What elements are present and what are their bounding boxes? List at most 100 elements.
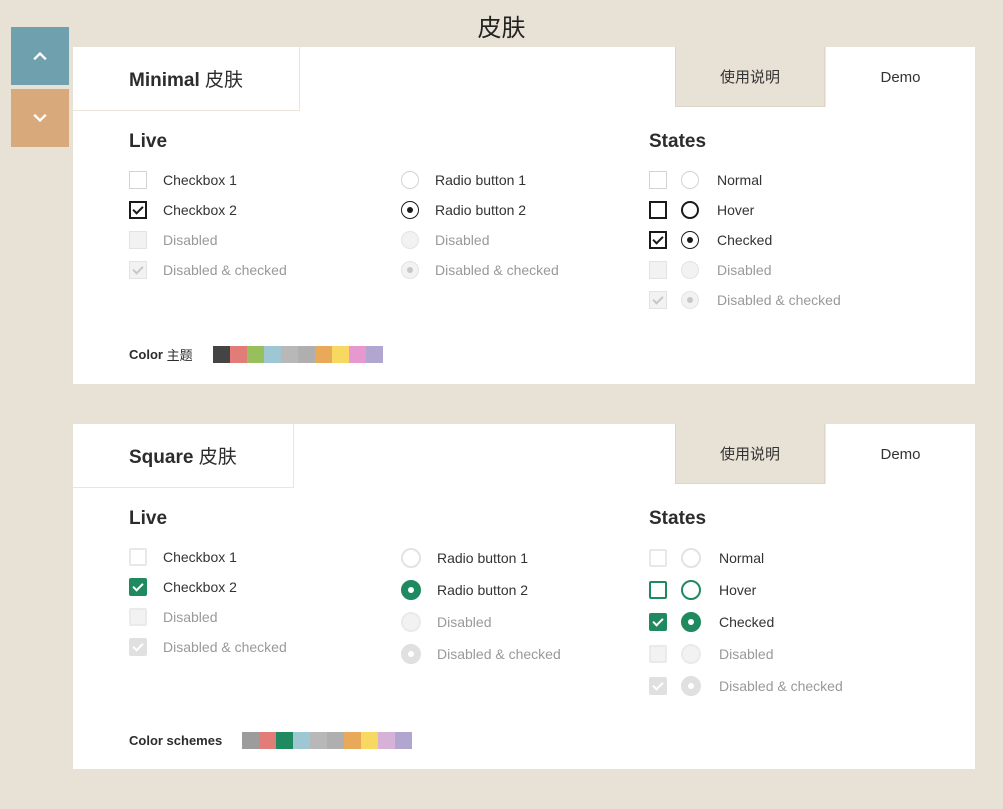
- color-swatch[interactable]: [293, 732, 310, 749]
- radio[interactable]: [401, 580, 421, 600]
- state-radio: [681, 171, 699, 189]
- panel-square: Square 皮肤 使用说明 Demo Live Checkbox 1 Chec…: [73, 424, 975, 769]
- state-checkbox: [649, 261, 667, 279]
- state-checkbox: [649, 549, 667, 567]
- scroll-down-button[interactable]: [11, 89, 69, 147]
- color-swatch[interactable]: [315, 346, 332, 363]
- state-label: Hover: [717, 202, 754, 218]
- checkbox-label[interactable]: Checkbox 2: [163, 202, 237, 218]
- tab-usage[interactable]: 使用说明: [675, 424, 825, 484]
- checkbox: [129, 261, 147, 279]
- state-label: Checked: [719, 614, 774, 630]
- checkbox: [129, 608, 147, 626]
- section-live: Live: [129, 508, 649, 530]
- section-live: Live: [129, 131, 649, 153]
- color-swatch[interactable]: [247, 346, 264, 363]
- color-swatch[interactable]: [242, 732, 259, 749]
- tab-demo[interactable]: Demo: [825, 47, 975, 107]
- right-tabs: 使用说明 Demo: [675, 424, 975, 484]
- state-label: Normal: [717, 172, 762, 188]
- state-radio: [681, 231, 699, 249]
- skin-name-thin: 皮肤: [205, 70, 243, 91]
- color-label-bold: Color schemes: [129, 733, 222, 748]
- color-swatch[interactable]: [230, 346, 247, 363]
- color-swatch[interactable]: [310, 732, 327, 749]
- tab-demo[interactable]: Demo: [825, 424, 975, 484]
- state-label: Disabled: [719, 646, 773, 662]
- panel-tabs: Square 皮肤 使用说明 Demo: [73, 424, 975, 484]
- checkbox[interactable]: [129, 171, 147, 189]
- color-label-bold: Color: [129, 347, 163, 362]
- checkbox-label[interactable]: Checkbox 2: [163, 579, 237, 595]
- state-label: Disabled & checked: [717, 292, 841, 308]
- color-swatch[interactable]: [344, 732, 361, 749]
- state-label: Disabled: [717, 262, 771, 278]
- swatches-square: [242, 732, 412, 749]
- color-swatch[interactable]: [281, 346, 298, 363]
- state-label: Checked: [717, 232, 772, 248]
- skin-title-minimal: Minimal 皮肤: [73, 47, 300, 111]
- color-swatch[interactable]: [349, 346, 366, 363]
- minimal-checkbox-list: Checkbox 1 Checkbox 2 Disabled Disabled …: [129, 171, 377, 291]
- color-row-minimal: Color 主题: [73, 345, 975, 364]
- state-checkbox: [649, 677, 667, 695]
- radio-label[interactable]: Radio button 1: [435, 172, 526, 188]
- chevron-up-icon: [30, 46, 50, 66]
- checkbox-label[interactable]: Checkbox 1: [163, 172, 237, 188]
- checkbox-label: Disabled: [163, 232, 217, 248]
- radio-label[interactable]: Radio button 1: [437, 550, 528, 566]
- radio-label: Disabled: [437, 614, 491, 630]
- color-swatch[interactable]: [264, 346, 281, 363]
- checkbox[interactable]: [129, 578, 147, 596]
- radio: [401, 612, 421, 632]
- state-radio: [681, 548, 701, 568]
- color-swatch[interactable]: [361, 732, 378, 749]
- state-radio: [681, 580, 701, 600]
- checkbox[interactable]: [129, 201, 147, 219]
- radio: [401, 261, 419, 279]
- color-swatch[interactable]: [213, 346, 230, 363]
- skin-name-thin: 皮肤: [199, 447, 237, 468]
- color-swatch[interactable]: [378, 732, 395, 749]
- radio-label: Disabled & checked: [437, 646, 561, 662]
- radio[interactable]: [401, 171, 419, 189]
- state-checkbox: [649, 613, 667, 631]
- radio-label: Disabled & checked: [435, 262, 559, 278]
- state-radio: [681, 644, 701, 664]
- state-checkbox: [649, 201, 667, 219]
- radio-label[interactable]: Radio button 2: [435, 202, 526, 218]
- panel-tabs: Minimal 皮肤 使用说明 Demo: [73, 47, 975, 107]
- skin-name-bold: Minimal: [129, 70, 200, 91]
- checkbox: [129, 231, 147, 249]
- checkbox-label: Disabled: [163, 609, 217, 625]
- radio[interactable]: [401, 548, 421, 568]
- state-radio: [681, 676, 701, 696]
- state-checkbox: [649, 581, 667, 599]
- checkbox: [129, 638, 147, 656]
- checkbox-label: Disabled & checked: [163, 639, 287, 655]
- page-title: 皮肤: [0, 0, 1003, 47]
- color-swatch[interactable]: [395, 732, 412, 749]
- section-states: States: [649, 131, 919, 153]
- square-radio-list: Radio button 1 Radio button 2 Disabled D…: [401, 548, 649, 676]
- color-swatch[interactable]: [332, 346, 349, 363]
- panel-minimal: Minimal 皮肤 使用说明 Demo Live Checkbox 1 Che…: [73, 47, 975, 384]
- color-swatch[interactable]: [276, 732, 293, 749]
- color-swatch[interactable]: [259, 732, 276, 749]
- color-swatch[interactable]: [327, 732, 344, 749]
- checkbox-label[interactable]: Checkbox 1: [163, 549, 237, 565]
- color-swatch[interactable]: [366, 346, 383, 363]
- checkbox[interactable]: [129, 548, 147, 566]
- checkbox-label: Disabled & checked: [163, 262, 287, 278]
- state-label: Hover: [719, 582, 756, 598]
- radio[interactable]: [401, 201, 419, 219]
- color-label-thin: 主题: [167, 345, 193, 364]
- scroll-up-button[interactable]: [11, 27, 69, 85]
- skin-title-square: Square 皮肤: [73, 424, 294, 488]
- color-swatch[interactable]: [298, 346, 315, 363]
- radio-label[interactable]: Radio button 2: [437, 582, 528, 598]
- tab-usage[interactable]: 使用说明: [675, 47, 825, 107]
- state-checkbox: [649, 291, 667, 309]
- skin-name-bold: Square: [129, 447, 193, 468]
- color-row-square: Color schemes: [73, 732, 975, 749]
